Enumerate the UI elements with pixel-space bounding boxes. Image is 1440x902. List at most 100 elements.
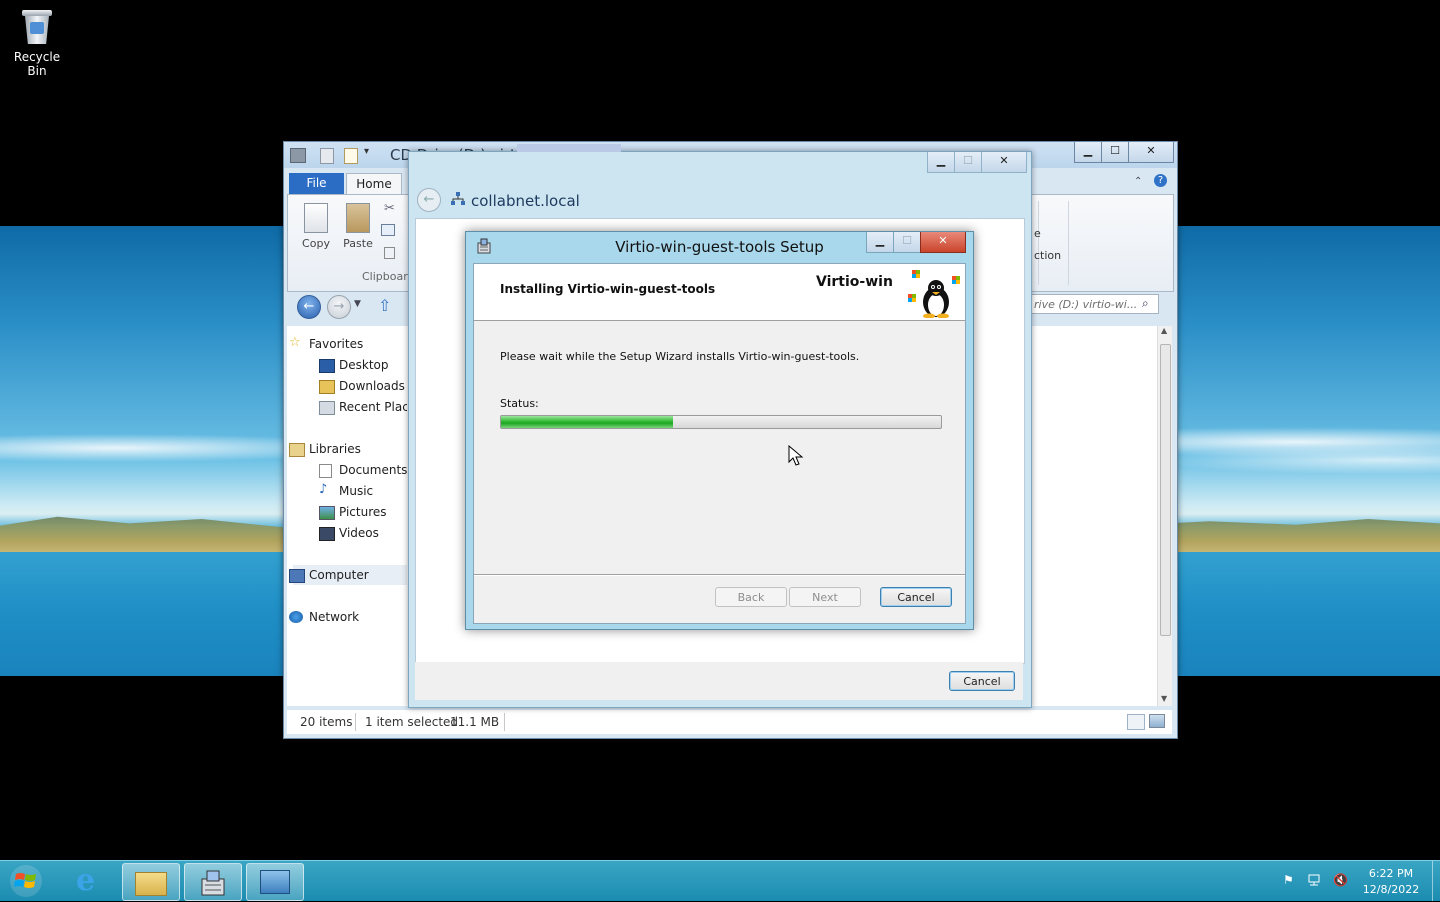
nav-documents-label: Documents [339, 463, 408, 477]
clock-date: 12/8/2022 [1362, 883, 1420, 896]
recycle-bin-shortcut[interactable]: Recycle Bin [4, 6, 70, 78]
maximize-button[interactable]: ☐ [1101, 142, 1129, 163]
window-tab-highlight [517, 144, 621, 152]
close-button[interactable]: ✕ [981, 152, 1027, 173]
copy-button[interactable]: Copy [296, 203, 336, 250]
back-arrow-icon[interactable]: ← [297, 295, 321, 319]
minimize-button[interactable]: ▁ [866, 232, 894, 253]
next-button[interactable]: Next [789, 587, 861, 607]
recycle-bin-label: Recycle Bin [13, 50, 61, 78]
forward-arrow-icon[interactable]: → [327, 295, 351, 319]
customize-toolbar-chevron-icon[interactable]: ▾ [364, 146, 369, 157]
taskbar: e ⚑ 🔇 6:22 PM 12/8/2022 [0, 860, 1440, 901]
ribbon-divider [1068, 201, 1069, 285]
nav-videos[interactable]: Videos [319, 526, 379, 541]
taskbar-internet-explorer[interactable]: e [62, 863, 118, 899]
status-label: Status: [500, 397, 539, 410]
scroll-down-icon[interactable]: ▼ [1161, 694, 1167, 703]
nav-videos-label: Videos [339, 526, 379, 540]
system-clock[interactable]: 6:22 PM 12/8/2022 [1360, 866, 1422, 898]
status-size: 11.1 MB [450, 715, 500, 729]
volume-muted-icon[interactable]: 🔇 [1333, 873, 1348, 887]
desktop-icon [319, 359, 335, 373]
status-item-count: 20 items [300, 715, 353, 729]
folder-icon [135, 872, 167, 896]
libraries-icon [289, 443, 305, 457]
paste-button[interactable]: Paste [338, 203, 378, 250]
nav-libraries[interactable]: Libraries [289, 442, 361, 457]
ribbon-fragment-ction: ction [1034, 249, 1062, 262]
tab-file[interactable]: File [289, 173, 344, 194]
scrollbar-thumb[interactable] [1160, 344, 1171, 636]
taskbar-file-explorer[interactable] [122, 863, 180, 901]
back-button[interactable]: Back [715, 587, 787, 607]
progress-fill [501, 416, 673, 428]
close-button[interactable]: ✕ [1128, 142, 1174, 163]
properties-icon[interactable] [320, 148, 334, 164]
taskbar-server-manager[interactable] [246, 863, 304, 901]
cut-icon[interactable]: ✂ [384, 201, 395, 216]
music-note-icon: ♪ [319, 482, 328, 497]
up-arrow-icon[interactable]: ⇧ [378, 296, 391, 315]
maximize-button[interactable]: ☐ [954, 152, 982, 173]
footer-separator [474, 574, 965, 576]
search-icon[interactable]: ⌕ [1142, 296, 1149, 311]
paste-shortcut-icon[interactable] [384, 247, 395, 259]
status-bar: 20 items 1 item selected 11.1 MB [287, 710, 1172, 734]
nav-favorites-label: Favorites [309, 337, 364, 351]
copy-path-icon[interactable] [381, 224, 395, 236]
maximize-button[interactable]: ☐ [893, 232, 921, 253]
recent-places-icon [319, 401, 335, 415]
nav-downloads[interactable]: Downloads [319, 379, 405, 394]
copy-label: Copy [302, 237, 330, 250]
nav-computer[interactable]: Computer [289, 568, 369, 583]
nav-music[interactable]: ♪ Music [319, 482, 374, 498]
nav-desktop[interactable]: Desktop [319, 358, 389, 373]
details-view-icon[interactable] [1127, 714, 1145, 730]
nav-music-label: Music [339, 484, 374, 498]
tab-home[interactable]: Home [346, 173, 402, 195]
minimize-button[interactable]: ▁ [1074, 142, 1102, 163]
installer-icon [199, 870, 227, 899]
clipboard-group-label: Clipboard [362, 270, 415, 283]
start-button[interactable] [2, 863, 50, 899]
ribbon-fragment-e: e [1034, 227, 1041, 240]
recent-locations-chevron-icon[interactable]: ▼ [354, 299, 361, 309]
downloads-folder-icon [319, 380, 335, 394]
show-desktop-button[interactable] [1432, 861, 1440, 901]
banner-title: Installing Virtio-win-guest-tools [500, 282, 716, 296]
close-button[interactable]: ✕ [920, 232, 966, 253]
search-input[interactable]: rive (D:) virtio-wi... [1029, 294, 1159, 314]
network-domain-icon [451, 192, 465, 205]
minimize-ribbon-icon[interactable]: ⌃ [1134, 176, 1142, 187]
cancel-button[interactable]: Cancel [880, 587, 952, 607]
location-title: collabnet.local [471, 192, 580, 210]
brand-label: Virtio-win [816, 274, 893, 290]
mouse-cursor-icon [788, 444, 804, 470]
nav-documents[interactable]: Documents [319, 463, 408, 478]
nav-libraries-label: Libraries [309, 442, 361, 456]
star-icon: ☆ [289, 335, 301, 350]
large-icons-view-icon[interactable] [1149, 714, 1165, 728]
help-icon[interactable]: ? [1154, 174, 1167, 187]
paste-label: Paste [343, 237, 373, 250]
action-center-flag-icon[interactable]: ⚑ [1283, 873, 1297, 887]
copy-icon [304, 203, 328, 233]
cancel-button[interactable]: Cancel [949, 671, 1015, 691]
back-arrow-icon[interactable]: ← [417, 188, 441, 212]
drive-icon [290, 148, 306, 163]
nav-desktop-label: Desktop [339, 358, 389, 372]
nav-favorites[interactable]: ☆ Favorites [289, 335, 364, 351]
vertical-scrollbar[interactable]: ▲ ▼ [1157, 326, 1172, 706]
setup-dialog[interactable]: Virtio-win-guest-tools Setup ▁ ☐ ✕ Insta… [465, 231, 974, 630]
minimize-button[interactable]: ▁ [927, 152, 955, 173]
scroll-up-icon[interactable]: ▲ [1161, 326, 1167, 335]
nav-network[interactable]: Network [289, 610, 359, 624]
pictures-icon [319, 506, 335, 520]
network-tray-icon[interactable] [1307, 873, 1321, 887]
nav-pictures[interactable]: Pictures [319, 505, 387, 520]
taskbar-setup-installer[interactable] [184, 863, 242, 901]
nav-downloads-label: Downloads [339, 379, 405, 393]
navigation-pane: ☆ Favorites Desktop Downloads Recent Pla… [287, 326, 422, 706]
new-folder-icon[interactable] [344, 148, 358, 164]
